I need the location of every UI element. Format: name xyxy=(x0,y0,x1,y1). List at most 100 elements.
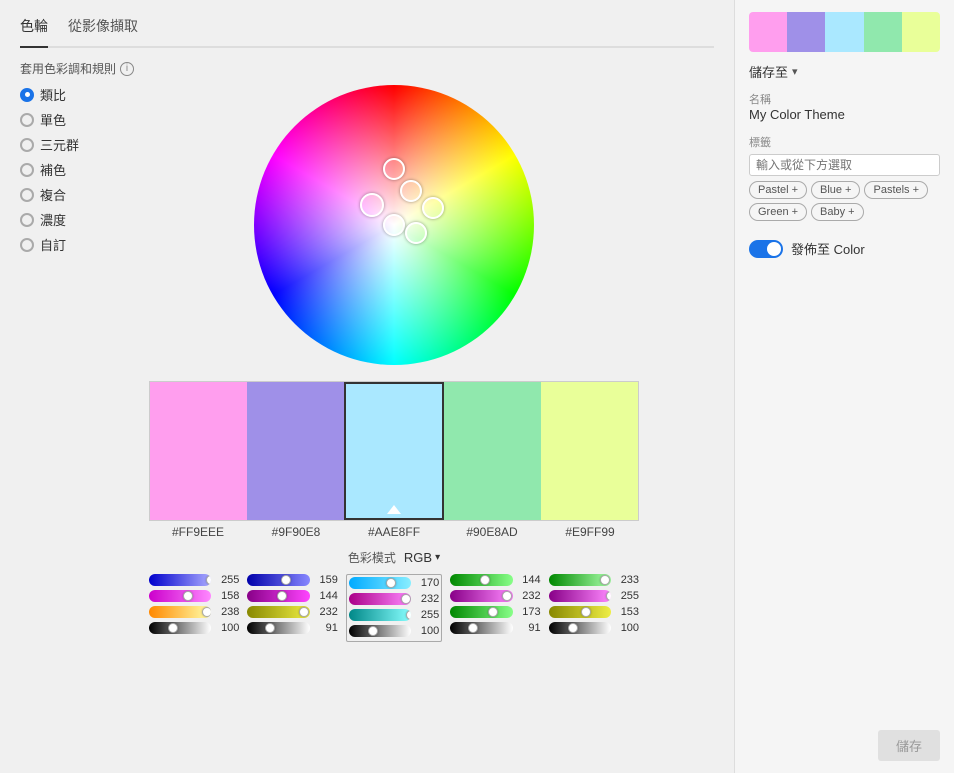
wheel-dot-1[interactable] xyxy=(360,193,384,217)
palette-swatch-2[interactable] xyxy=(825,12,863,52)
sliders-section: 255 158 238 xyxy=(149,574,639,642)
slider-track-3-3[interactable] xyxy=(450,622,512,634)
palette-swatch-4[interactable] xyxy=(902,12,940,52)
slider-val-0-1: 158 xyxy=(215,590,239,602)
slider-track-4-2[interactable] xyxy=(549,606,611,618)
slider-val-3-3: 91 xyxy=(517,622,541,634)
radio-triad[interactable]: 三元群 xyxy=(20,135,79,154)
slider-track-3-2[interactable] xyxy=(450,606,512,618)
swatches-row xyxy=(149,381,639,521)
harmony-label: 套用色彩調和規則 i xyxy=(20,60,714,77)
palette-swatch-3[interactable] xyxy=(864,12,902,52)
radio-custom[interactable]: 自訂 xyxy=(20,235,79,254)
color-wheel[interactable] xyxy=(254,85,534,365)
hex-4: #E9FF99 xyxy=(541,521,639,539)
harmony-radio-group: 類比 單色 三元群 補色 複合 xyxy=(20,85,79,254)
tags-label: 標籤 xyxy=(749,134,940,150)
save-to-label: 儲存至 xyxy=(749,62,788,81)
slider-val-0-0: 255 xyxy=(215,574,239,586)
radio-complementary[interactable]: 補色 xyxy=(20,160,79,179)
radio-compound-circle xyxy=(20,188,34,202)
tag-blue[interactable]: Blue + xyxy=(811,181,860,199)
slider-track-0-3[interactable] xyxy=(149,622,211,634)
toggle-knob xyxy=(767,242,781,256)
slider-track-3-0[interactable] xyxy=(450,574,512,586)
tab-color-wheel[interactable]: 色輪 xyxy=(20,16,48,48)
slider-track-1-0[interactable] xyxy=(247,574,309,586)
slider-row-4-3: 100 xyxy=(549,622,639,634)
color-mode-row: 色彩模式 RGB ▾ xyxy=(348,549,440,566)
radio-custom-circle xyxy=(20,238,34,252)
tab-from-image[interactable]: 從影像擷取 xyxy=(68,16,138,40)
slider-track-1-1[interactable] xyxy=(247,590,309,602)
slider-row-3-1: 232 xyxy=(450,590,540,602)
palette-swatch-0[interactable] xyxy=(749,12,787,52)
slider-val-0-2: 238 xyxy=(215,606,239,618)
palette-swatch-1[interactable] xyxy=(787,12,825,52)
slider-track-1-3[interactable] xyxy=(247,622,309,634)
slider-track-4-0[interactable] xyxy=(549,574,611,586)
slider-track-1-2[interactable] xyxy=(247,606,309,618)
slider-track-0-0[interactable] xyxy=(149,574,211,586)
slider-val-2-0: 170 xyxy=(415,577,439,589)
radio-shades-circle xyxy=(20,213,34,227)
hex-0: #FF9EEE xyxy=(149,521,247,539)
slider-row-1-2: 232 xyxy=(247,606,337,618)
slider-col-0: 255 158 238 xyxy=(149,574,239,642)
slider-track-2-2[interactable] xyxy=(349,609,411,621)
swatch-0[interactable] xyxy=(150,382,247,520)
slider-val-2-3: 100 xyxy=(415,625,439,637)
tag-pastel[interactable]: Pastel + xyxy=(749,181,807,199)
right-panel: 儲存至 ▾ 名稱 My Color Theme 標籤 Pastel + Blue… xyxy=(734,0,954,773)
wheel-dot-2[interactable] xyxy=(383,214,405,236)
hex-1: #9F90E8 xyxy=(247,521,345,539)
slider-row-2-3: 100 xyxy=(349,625,439,637)
slider-val-3-0: 144 xyxy=(517,574,541,586)
slider-track-2-0[interactable] xyxy=(349,577,411,589)
swatch-4[interactable] xyxy=(541,382,638,520)
slider-val-4-1: 255 xyxy=(615,590,639,602)
slider-row-1-0: 159 xyxy=(247,574,337,586)
name-row: 名稱 My Color Theme xyxy=(749,91,940,122)
slider-track-2-1[interactable] xyxy=(349,593,411,605)
slider-row-2-2: 255 xyxy=(349,609,439,621)
slider-row-0-1: 158 xyxy=(149,590,239,602)
color-mode-select[interactable]: RGB ▾ xyxy=(404,550,440,565)
slider-val-1-0: 159 xyxy=(314,574,338,586)
radio-monochromatic[interactable]: 單色 xyxy=(20,110,79,129)
tag-input[interactable] xyxy=(749,154,940,176)
radio-analogous[interactable]: 類比 xyxy=(20,85,79,104)
wheel-dot-5[interactable] xyxy=(400,180,422,202)
slider-row-3-2: 173 xyxy=(450,606,540,618)
radio-compound[interactable]: 複合 xyxy=(20,185,79,204)
slider-val-2-1: 232 xyxy=(415,593,439,605)
slider-track-0-2[interactable] xyxy=(149,606,211,618)
slider-track-2-3[interactable] xyxy=(349,625,411,637)
wheel-dot-4[interactable] xyxy=(422,197,444,219)
slider-track-3-1[interactable] xyxy=(450,590,512,602)
slider-track-0-1[interactable] xyxy=(149,590,211,602)
wheel-dot-0[interactable] xyxy=(383,158,405,180)
swatch-2[interactable] xyxy=(344,382,445,520)
radio-shades[interactable]: 濃度 xyxy=(20,210,79,229)
publish-toggle[interactable] xyxy=(749,240,783,258)
slider-row-2-0: 170 xyxy=(349,577,439,589)
swatch-1[interactable] xyxy=(247,382,344,520)
slider-val-2-2: 255 xyxy=(415,609,439,621)
save-button[interactable]: 儲存 xyxy=(878,730,940,761)
tag-pastels[interactable]: Pastels + xyxy=(864,181,928,199)
tags-row: Pastel + Blue + Pastels + Green + Baby xyxy=(749,181,940,221)
slider-row-0-0: 255 xyxy=(149,574,239,586)
swatch-3[interactable] xyxy=(444,382,541,520)
slider-val-4-3: 100 xyxy=(615,622,639,634)
tag-baby[interactable]: Baby + xyxy=(811,203,864,221)
slider-col-3: 144 232 173 xyxy=(450,574,540,642)
info-icon[interactable]: i xyxy=(120,62,134,76)
slider-track-4-3[interactable] xyxy=(549,622,611,634)
tag-green[interactable]: Green + xyxy=(749,203,807,221)
slider-track-4-1[interactable] xyxy=(549,590,611,602)
hex-2: #AAE8FF xyxy=(345,521,443,539)
swatch-arrow xyxy=(387,505,401,514)
wheel-dot-3[interactable] xyxy=(405,222,427,244)
save-to-row[interactable]: 儲存至 ▾ xyxy=(749,62,940,81)
